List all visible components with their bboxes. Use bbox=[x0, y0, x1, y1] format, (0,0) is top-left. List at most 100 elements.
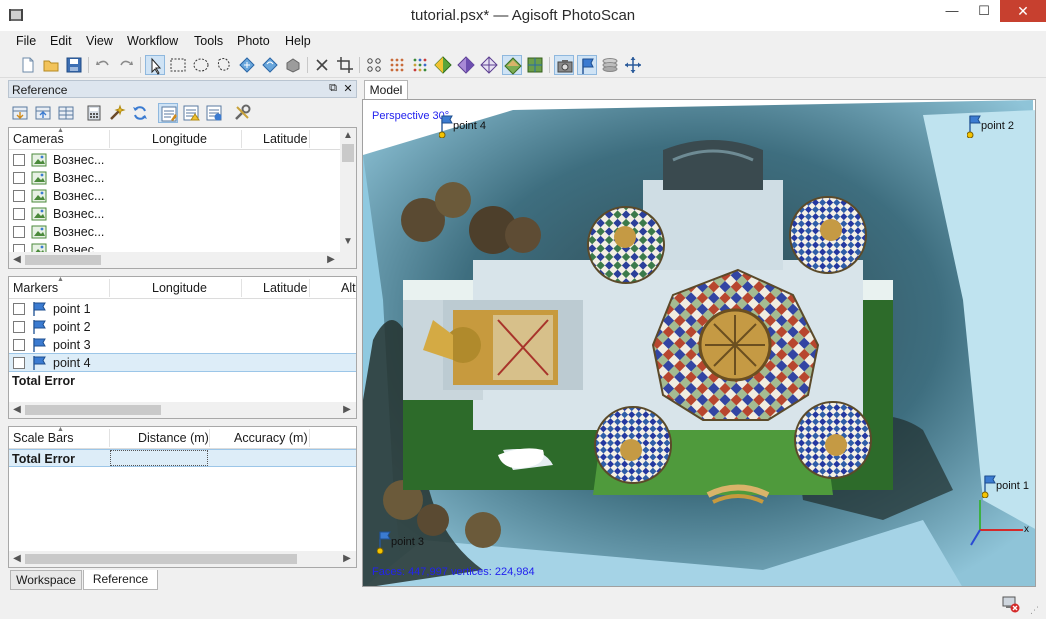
optimize-wand-icon[interactable] bbox=[107, 103, 127, 123]
scroll-left-icon[interactable]: ◀ bbox=[9, 254, 25, 265]
menu-view[interactable]: View bbox=[86, 34, 113, 48]
free-form-selection-icon[interactable] bbox=[214, 55, 234, 75]
tiled-model-icon[interactable] bbox=[525, 55, 545, 75]
scroll-thumb[interactable] bbox=[25, 255, 101, 265]
marker-checkbox[interactable] bbox=[13, 357, 25, 369]
camera-row[interactable]: Вознес... bbox=[9, 187, 340, 205]
marker-row[interactable]: point 1 bbox=[9, 300, 356, 318]
scale-bars-total-row[interactable]: Total Error bbox=[9, 449, 356, 467]
marker-row[interactable]: point 2 bbox=[9, 318, 356, 336]
tab-model[interactable]: Model bbox=[364, 80, 408, 99]
resize-region-icon[interactable] bbox=[237, 55, 257, 75]
view-errors-icon[interactable] bbox=[181, 103, 201, 123]
clear-icon[interactable] bbox=[56, 103, 76, 123]
crop-selection-icon[interactable] bbox=[335, 55, 355, 75]
column-header-accuracy[interactable]: Accuracy (m) bbox=[234, 431, 308, 445]
cameras-vertical-scrollbar[interactable]: ▲ ▼ bbox=[340, 128, 356, 252]
view-source-icon[interactable] bbox=[158, 103, 178, 123]
model-solid-icon[interactable] bbox=[456, 55, 476, 75]
tab-reference[interactable]: Reference bbox=[83, 570, 158, 590]
marker-checkbox[interactable] bbox=[13, 339, 25, 351]
rectangle-selection-icon[interactable] bbox=[168, 55, 188, 75]
model-shaded-icon[interactable] bbox=[433, 55, 453, 75]
scroll-down-icon[interactable]: ▼ bbox=[340, 236, 356, 247]
model-marker-point-4[interactable]: point 4 bbox=[438, 114, 486, 141]
camera-checkbox[interactable] bbox=[13, 190, 25, 202]
column-header-longitude[interactable]: Longitude bbox=[152, 281, 207, 295]
camera-checkbox[interactable] bbox=[13, 172, 25, 184]
minimize-button[interactable]: — bbox=[936, 0, 968, 22]
markers-horizontal-scrollbar[interactable]: ◀ ▶ bbox=[9, 402, 356, 418]
view-estimated-icon[interactable] bbox=[204, 103, 224, 123]
column-header-longitude[interactable]: Longitude bbox=[152, 132, 207, 146]
new-document-icon[interactable] bbox=[18, 55, 38, 75]
model-marker-point-3[interactable]: point 3 bbox=[376, 530, 424, 557]
scroll-right-icon[interactable]: ▶ bbox=[323, 254, 339, 265]
menu-help[interactable]: Help bbox=[285, 34, 311, 48]
menu-workflow[interactable]: Workflow bbox=[127, 34, 178, 48]
camera-row[interactable]: Вознес... bbox=[9, 223, 340, 241]
model-wireframe-icon[interactable] bbox=[479, 55, 499, 75]
tab-workspace[interactable]: Workspace bbox=[10, 570, 82, 590]
scroll-thumb[interactable] bbox=[25, 405, 161, 415]
camera-checkbox[interactable] bbox=[13, 154, 25, 166]
undo-icon[interactable] bbox=[93, 55, 113, 75]
menu-photo[interactable]: Photo bbox=[237, 34, 270, 48]
calculator-icon[interactable] bbox=[84, 103, 104, 123]
camera-row[interactable]: Вознес... bbox=[9, 151, 340, 169]
scroll-left-icon[interactable]: ◀ bbox=[9, 553, 25, 564]
settings-tools-icon[interactable] bbox=[232, 103, 252, 123]
export-icon[interactable] bbox=[33, 103, 53, 123]
marker-checkbox[interactable] bbox=[13, 303, 25, 315]
redo-icon[interactable] bbox=[116, 55, 136, 75]
column-header-scale-bars[interactable]: Scale Bars bbox=[13, 431, 73, 445]
show-region-icon[interactable] bbox=[600, 55, 620, 75]
column-header-cameras[interactable]: Cameras bbox=[13, 132, 64, 146]
network-status-icon[interactable] bbox=[1002, 595, 1020, 613]
float-panel-icon[interactable]: ⧉ bbox=[327, 82, 339, 95]
scroll-up-icon[interactable]: ▲ bbox=[340, 130, 356, 141]
open-folder-icon[interactable] bbox=[41, 55, 61, 75]
column-header-markers[interactable]: Markers bbox=[13, 281, 58, 295]
dense-cloud-classes-icon[interactable] bbox=[410, 55, 430, 75]
column-header-latitude[interactable]: Latitude bbox=[263, 132, 307, 146]
camera-row[interactable]: Вознес... bbox=[9, 169, 340, 187]
model-marker-point-2[interactable]: point 2 bbox=[966, 114, 1014, 141]
menu-edit[interactable]: Edit bbox=[50, 34, 72, 48]
maximize-button[interactable]: ☐ bbox=[968, 0, 1000, 22]
delete-selection-icon[interactable] bbox=[312, 55, 332, 75]
point-cloud-icon[interactable] bbox=[364, 55, 384, 75]
save-icon[interactable] bbox=[64, 55, 84, 75]
scroll-right-icon[interactable]: ▶ bbox=[339, 404, 355, 415]
scroll-right-icon[interactable]: ▶ bbox=[339, 553, 355, 564]
column-header-latitude[interactable]: Latitude bbox=[263, 281, 307, 295]
scroll-left-icon[interactable]: ◀ bbox=[9, 404, 25, 415]
camera-checkbox[interactable] bbox=[13, 208, 25, 220]
rotate-region-icon[interactable] bbox=[260, 55, 280, 75]
show-markers-icon[interactable] bbox=[577, 55, 597, 75]
close-panel-icon[interactable]: ✕ bbox=[342, 82, 354, 95]
model-textured-icon[interactable] bbox=[502, 55, 522, 75]
scroll-thumb[interactable] bbox=[342, 144, 354, 162]
menu-file[interactable]: File bbox=[16, 34, 36, 48]
distance-cell-focus[interactable] bbox=[110, 450, 208, 466]
cameras-horizontal-scrollbar[interactable]: ◀ ▶ bbox=[9, 252, 356, 268]
column-header-distance[interactable]: Distance (m) bbox=[138, 431, 209, 445]
camera-row[interactable]: Вознес... bbox=[9, 205, 340, 223]
marker-checkbox[interactable] bbox=[13, 321, 25, 333]
close-button[interactable]: ✕ bbox=[1000, 0, 1046, 22]
update-icon[interactable] bbox=[130, 103, 150, 123]
scroll-thumb[interactable] bbox=[25, 554, 297, 564]
circle-selection-icon[interactable] bbox=[191, 55, 211, 75]
camera-checkbox[interactable] bbox=[13, 226, 25, 238]
model-viewport[interactable]: Perspective 30° Faces: 447,997 vertices:… bbox=[362, 99, 1036, 587]
marker-row-selected[interactable]: point 4 bbox=[9, 353, 356, 372]
import-icon[interactable] bbox=[10, 103, 30, 123]
navigation-cursor-icon[interactable] bbox=[145, 55, 165, 75]
column-header-altitude[interactable]: Alt bbox=[341, 281, 356, 295]
marker-row[interactable]: point 3 bbox=[9, 336, 356, 354]
scale-bars-horizontal-scrollbar[interactable]: ◀ ▶ bbox=[9, 551, 356, 567]
reset-view-icon[interactable] bbox=[623, 55, 643, 75]
resize-grip-icon[interactable]: ⋰ bbox=[1030, 605, 1042, 617]
menu-tools[interactable]: Tools bbox=[194, 34, 223, 48]
